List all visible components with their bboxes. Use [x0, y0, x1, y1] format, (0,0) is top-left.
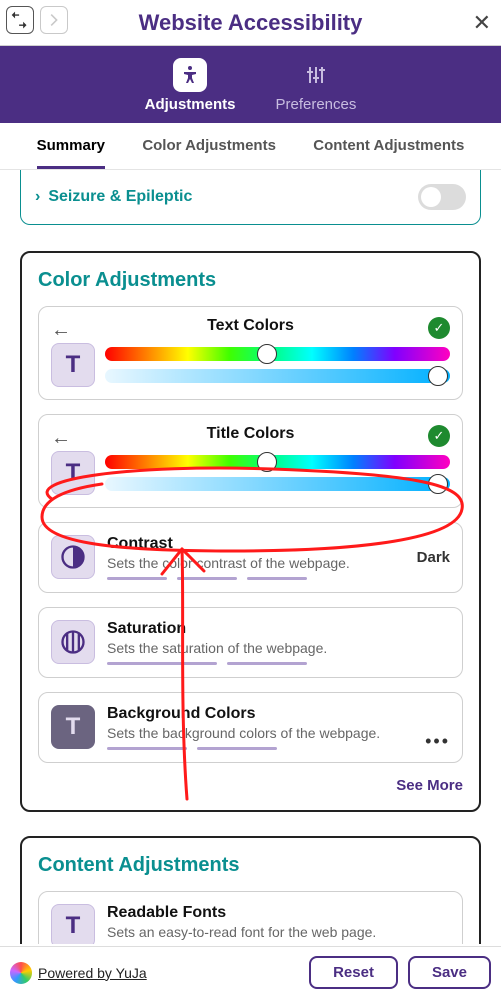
title-colors-back-icon[interactable]: ←	[51, 427, 71, 450]
text-hue-thumb[interactable]	[257, 344, 277, 364]
title-sat-thumb[interactable]	[428, 474, 448, 494]
background-colors-icon: T	[51, 705, 95, 749]
tab-adjustments[interactable]: Adjustments	[145, 58, 236, 113]
text-colors-check-icon: ✓	[428, 317, 450, 339]
text-colors-back-icon[interactable]: ←	[51, 319, 71, 342]
reset-button[interactable]: Reset	[309, 956, 398, 989]
saturation-desc: Sets the saturation of the webpage.	[107, 640, 450, 656]
contrast-desc: Sets the color contrast of the webpage.	[107, 555, 405, 571]
sub-tab-bar: Summary Color Adjustments Content Adjust…	[0, 123, 501, 170]
seizure-card: › Seizure & Epileptic	[20, 170, 481, 225]
saturation-icon	[51, 620, 95, 664]
yuja-logo-icon	[10, 962, 32, 984]
readable-fonts-title: Readable Fonts	[107, 904, 450, 922]
text-colors-icon: T	[51, 343, 95, 387]
back-button[interactable]	[6, 6, 34, 34]
powered-by-text: Powered by YuJa	[38, 965, 147, 981]
sliders-icon	[299, 58, 333, 92]
titlebar: Website Accessibility ✕	[0, 0, 501, 46]
contrast-icon	[51, 535, 95, 579]
footer: Powered by YuJa Reset Save	[0, 946, 501, 998]
chevron-right-icon: ›	[35, 188, 40, 206]
powered-by-link[interactable]: Powered by YuJa	[10, 962, 147, 984]
main-tab-bar: Adjustments Preferences	[0, 46, 501, 123]
title-colors-check-icon: ✓	[428, 425, 450, 447]
saturation-title: Saturation	[107, 620, 450, 638]
scroll-area[interactable]: › Seizure & Epileptic Color Adjustments …	[0, 170, 501, 944]
background-more-icon[interactable]: •••	[425, 731, 450, 752]
title-colors-title: Title Colors	[207, 425, 295, 443]
text-sat-slider[interactable]	[105, 369, 450, 383]
background-desc: Sets the background colors of the webpag…	[107, 725, 450, 741]
subtab-color[interactable]: Color Adjustments	[142, 137, 276, 169]
readable-fonts-row[interactable]: T Readable Fonts Sets an easy-to-read fo…	[38, 891, 463, 944]
close-button[interactable]: ✕	[473, 10, 491, 36]
text-colors-card[interactable]: ← Text Colors ✓ T	[38, 306, 463, 400]
contrast-value: Dark	[417, 549, 450, 566]
tab-preferences-label: Preferences	[275, 96, 356, 113]
title-colors-icon: T	[51, 451, 95, 495]
contrast-row[interactable]: Contrast Sets the color contrast of the …	[38, 522, 463, 593]
page-title: Website Accessibility	[139, 10, 363, 36]
background-title: Background Colors	[107, 705, 450, 723]
subtab-content[interactable]: Content Adjustments	[313, 137, 464, 169]
color-adjustments-panel: Color Adjustments ← Text Colors ✓ T ← Ti…	[20, 251, 481, 812]
subtab-summary[interactable]: Summary	[37, 137, 105, 169]
see-more-link[interactable]: See More	[38, 777, 463, 794]
seizure-label: Seizure & Epileptic	[48, 188, 192, 206]
saturation-row[interactable]: Saturation Sets the saturation of the we…	[38, 607, 463, 678]
content-panel-title: Content Adjustments	[38, 854, 463, 877]
color-panel-title: Color Adjustments	[38, 269, 463, 292]
title-hue-slider[interactable]	[105, 455, 450, 469]
seizure-toggle[interactable]	[418, 184, 466, 210]
title-sat-slider[interactable]	[105, 477, 450, 491]
text-colors-title: Text Colors	[207, 317, 294, 335]
title-hue-thumb[interactable]	[257, 452, 277, 472]
title-colors-card[interactable]: ← Title Colors ✓ T	[38, 414, 463, 508]
seizure-toggle-row[interactable]: › Seizure & Epileptic	[35, 188, 192, 206]
background-colors-row[interactable]: T Background Colors Sets the background …	[38, 692, 463, 763]
forward-button	[40, 6, 68, 34]
content-adjustments-panel: Content Adjustments T Readable Fonts Set…	[20, 836, 481, 944]
readable-fonts-icon: T	[51, 904, 95, 944]
readable-fonts-desc: Sets an easy-to-read font for the web pa…	[107, 924, 450, 940]
person-icon	[173, 58, 207, 92]
contrast-title: Contrast	[107, 535, 405, 553]
text-hue-slider[interactable]	[105, 347, 450, 361]
tab-preferences[interactable]: Preferences	[275, 58, 356, 113]
tab-adjustments-label: Adjustments	[145, 96, 236, 113]
save-button[interactable]: Save	[408, 956, 491, 989]
text-sat-thumb[interactable]	[428, 366, 448, 386]
